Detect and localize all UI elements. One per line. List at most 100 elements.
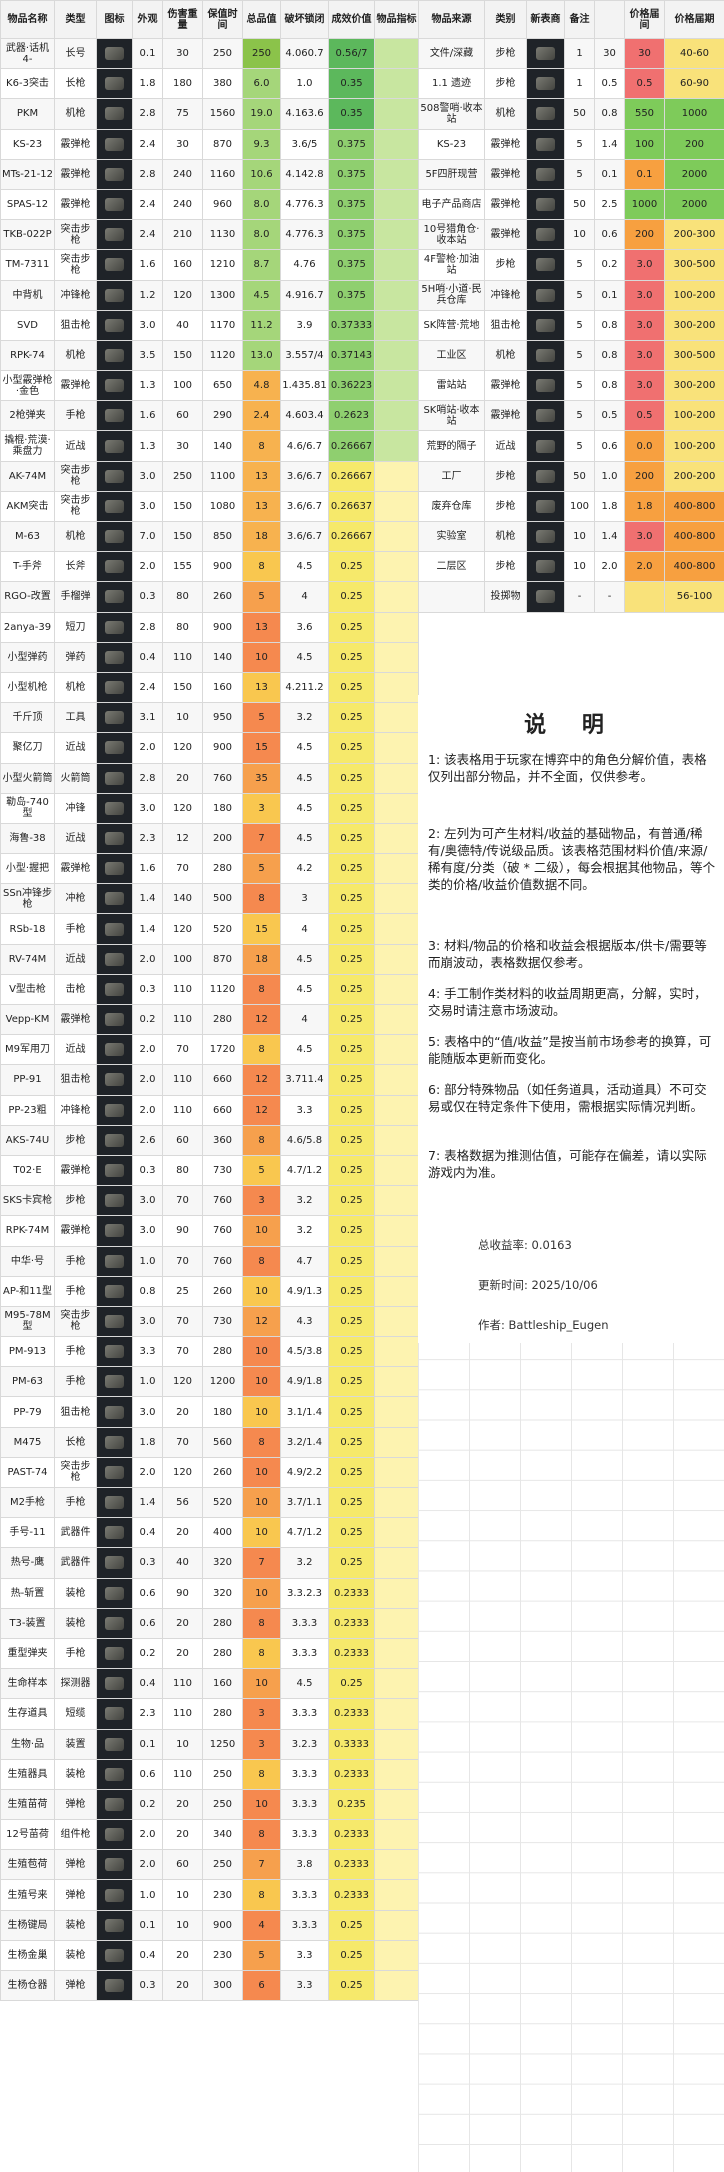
item-effect-value-cell: 0.375	[328, 249, 375, 281]
item-icon-cell	[96, 1788, 133, 1821]
table-row: RGO-改置 手榴弹 0.3 80 260 5 4 0.25	[0, 581, 419, 613]
item-effect-value-cell: 0.25	[328, 1909, 375, 1941]
item-icon-cell	[96, 732, 133, 764]
item-icon	[98, 1761, 131, 1787]
item-retention-cell: 340	[202, 1819, 243, 1851]
category-cell: 机枪	[484, 339, 527, 372]
item-effect-value-cell: 0.2333	[328, 1607, 375, 1639]
item-effect-value-cell: 0.25	[328, 883, 375, 915]
item-total-cell: 8	[242, 551, 281, 583]
item-name-cell: TM-7311	[0, 249, 55, 281]
item-break-lock-cell: 3.3.3	[280, 1788, 329, 1821]
table-row: 中背机 冲锋枪 1.2 120 1300 4.5 4.916.7 0.375	[0, 279, 419, 311]
item-type-cell: 步枪	[54, 1124, 97, 1156]
item-break-lock-cell: 3.6/6.7	[280, 490, 329, 523]
table-row: 热-斩置 装枪 0.6 90 320 10 3.3.2.3 0.2333	[0, 1577, 419, 1609]
item-name-cell: PKM	[0, 98, 55, 130]
item-indicator-cell	[374, 1819, 419, 1851]
item-icon	[98, 1731, 131, 1757]
item-effect-value-cell: 0.26637	[328, 490, 375, 523]
item-icon-cell	[96, 37, 133, 70]
item-icon-cell	[96, 98, 133, 130]
item-retention-cell: 260	[202, 1275, 243, 1307]
table-row: RSb-18 手枪 1.4 120 520 15 4 0.25	[0, 913, 419, 945]
item-name-cell: RV-74M	[0, 943, 55, 975]
remarks-cell: 5	[564, 158, 595, 190]
item-name-cell: 小型霰弹枪·金色	[0, 370, 55, 402]
item-indicator-cell	[374, 128, 419, 160]
item-damage-weight-cell: 110	[162, 973, 203, 1006]
item-icon-cell	[96, 1185, 133, 1217]
note-7: 7: 表格数据为推测估值，可能存在偏差，请以实际游戏内为准。	[428, 1148, 707, 1180]
item-indicator-cell	[374, 551, 419, 583]
item-damage-weight-cell: 10	[162, 702, 203, 734]
item-retention-cell: 850	[202, 520, 243, 553]
item-name-cell: 生殖苞荷	[0, 1849, 55, 1881]
item-type-cell: 弹药	[54, 641, 97, 673]
item-total-cell: 10.6	[242, 158, 281, 190]
item-name-cell: 生存道具	[0, 1698, 55, 1730]
item-total-cell: 10	[242, 641, 281, 673]
item-retention-cell: 260	[202, 581, 243, 613]
item-indicator-cell	[374, 279, 419, 311]
header-price-period: 价格届期	[664, 0, 724, 39]
item-appearance-cell: 2.8	[132, 762, 163, 794]
item-indicator-cell	[374, 883, 419, 915]
category-cell: 步枪	[484, 68, 527, 100]
item-retention-cell: 250	[202, 1849, 243, 1881]
table-row: 千斤顶 工具 3.1 10 950 5 3.2 0.25	[0, 702, 419, 734]
item-icon-cell	[96, 913, 133, 945]
vendor-icon	[528, 584, 563, 610]
source-cell: 5H哨·小道·民兵仓库	[418, 279, 485, 311]
item-appearance-cell: 3.0	[132, 309, 163, 341]
item-retention-cell: 660	[202, 1094, 243, 1126]
item-indicator-cell	[374, 1939, 419, 1972]
item-retention-cell: 1120	[202, 339, 243, 372]
item-effect-value-cell: 0.2333	[328, 1637, 375, 1670]
item-icon	[98, 1158, 131, 1184]
item-effect-value-cell: 0.375	[328, 128, 375, 160]
item-icon	[98, 252, 131, 278]
item-total-cell: 10	[242, 1577, 281, 1609]
table-row: AK-74M 突击步枪 3.0 250 1100 13 3.6/6.7 0.26667	[0, 460, 419, 492]
item-type-cell: 近战	[54, 1034, 97, 1066]
item-total-cell: 8	[242, 973, 281, 1006]
category-cell: 机枪	[484, 98, 527, 130]
source-cell: 二层区	[418, 551, 485, 583]
item-total-cell: 13	[242, 611, 281, 643]
price-interval-cell: 3.0	[624, 339, 665, 372]
item-icon	[98, 1490, 131, 1516]
item-total-cell: 10	[242, 1275, 281, 1307]
item-type-cell: 手枪	[54, 400, 97, 432]
remarks-cell: 5	[564, 430, 595, 462]
table-row: M95-78M型 突击步枪 3.0 70 730 12 4.3 0.25	[0, 1305, 419, 1338]
item-icon-cell	[96, 1305, 133, 1338]
price-period-cell: 56-100	[664, 581, 724, 613]
price-period-cell: 200	[664, 128, 724, 160]
item-icon-cell	[96, 219, 133, 251]
item-icon	[98, 161, 131, 187]
price-interval-cell: 3.0	[624, 309, 665, 341]
item-name-cell: 勒岛-740型	[0, 792, 55, 824]
item-icon	[98, 1248, 131, 1274]
update-time-label: 更新时间:	[478, 1278, 532, 1292]
item-type-cell: 装枪	[54, 1577, 97, 1609]
update-time: 更新时间: 2025/10/06	[478, 1277, 598, 1293]
table-row: 勒岛-740型 冲锋 3.0 120 180 3 4.5 0.25	[0, 792, 419, 824]
item-icon-cell	[96, 1728, 133, 1760]
item-retention-cell: 1200	[202, 1366, 243, 1398]
vendor-icon-cell	[526, 188, 565, 221]
author-value: Battleship_Eugen	[508, 1318, 609, 1332]
remarks-cell: 5	[564, 128, 595, 160]
total-yield-value: 0.0163	[531, 1238, 572, 1252]
qty-cell: 0.5	[594, 400, 625, 432]
item-type-cell: 近战	[54, 943, 97, 975]
category-cell: 步枪	[484, 37, 527, 70]
note-1: 1: 该表格用于玩家在博弈中的角色分解价值，表格仅列出部分物品，并不全面，仅供参…	[428, 752, 707, 784]
table-row: 撬棍·荒漠·乘盘力 近战 1.3 30 140 8 4.6/6.7 0.26667	[0, 430, 419, 462]
item-name-cell: 聚亿刀	[0, 732, 55, 764]
item-break-lock-cell: 4	[280, 913, 329, 945]
qty-cell: 1.4	[594, 128, 625, 160]
qty-cell: 0.2	[594, 249, 625, 281]
item-break-lock-cell: 4.776.3	[280, 219, 329, 251]
